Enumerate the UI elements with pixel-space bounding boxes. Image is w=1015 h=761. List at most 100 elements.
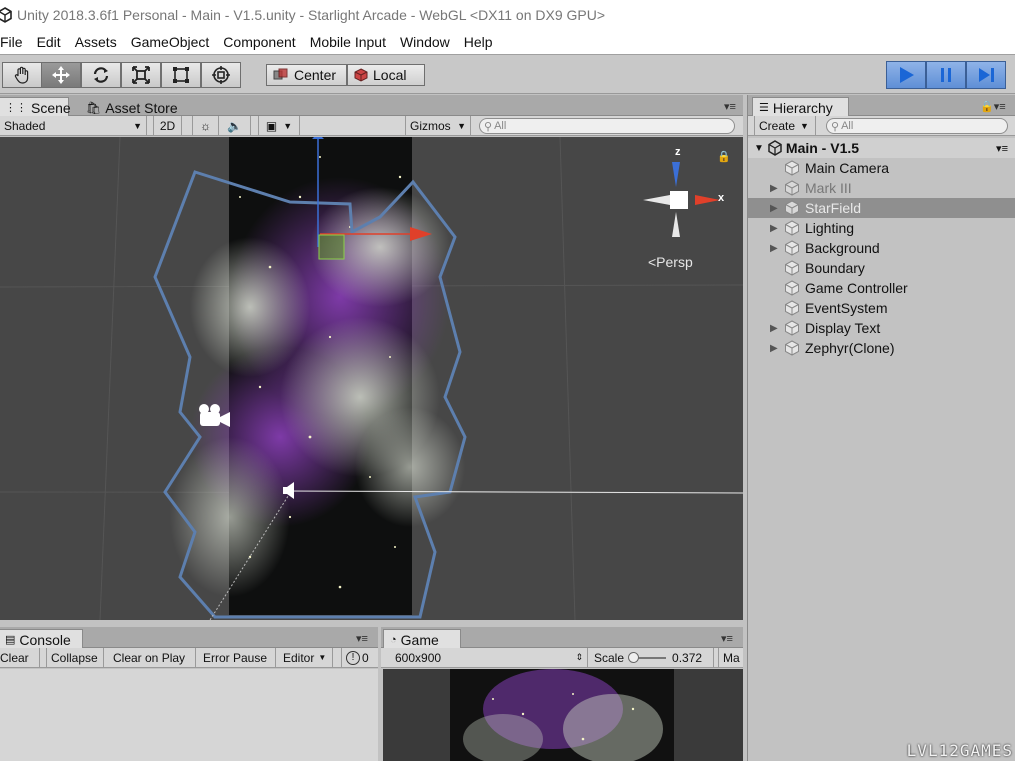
hierarchy-item[interactable]: ▶ Display Text (748, 318, 1015, 338)
lock-icon[interactable]: 🔒 (717, 150, 731, 163)
scene-tabstrip: ⋮⋮ Scene 🛍 Asset Store ▾≡ (0, 95, 743, 117)
console-menu-icon[interactable]: ▾≡ (356, 632, 368, 645)
z-axis-cone[interactable] (672, 162, 680, 187)
pivot-center-icon (273, 68, 288, 80)
shading-dropdown[interactable]: Shaded ▼ (0, 116, 147, 135)
scene-search-input[interactable]: ⚲ All (479, 118, 735, 134)
gameobject-cube-icon (785, 280, 799, 296)
hierarchy-item[interactable]: ▶ StarField (748, 198, 1015, 218)
rect-tool-button[interactable] (161, 62, 201, 88)
hierarchy-item[interactable]: Game Controller (748, 278, 1015, 298)
hierarchy-tabstrip: ☰ Hierarchy 🔒▾≡ (748, 95, 1015, 117)
maximize-on-play-toggle[interactable]: Ma (718, 648, 743, 667)
expand-arrow-icon[interactable]: ▶ (770, 323, 784, 334)
audio-toggle[interactable]: 🔈 (219, 116, 251, 135)
play-button[interactable] (886, 61, 926, 89)
asset-store-bag-icon: 🛍 (86, 100, 102, 115)
hierarchy-item[interactable]: Main Camera (748, 158, 1015, 178)
gameobject-cube-icon (785, 340, 799, 356)
tab-console-label: Console (19, 631, 71, 648)
gameobject-cube-icon (785, 260, 799, 276)
hierarchy-item[interactable]: ▶ Background (748, 238, 1015, 258)
scene-search-placeholder: All (494, 120, 507, 132)
tab-asset-store[interactable]: 🛍 Asset Store (79, 97, 185, 117)
console-collapse-button[interactable]: Collapse (46, 648, 104, 667)
menu-help[interactable]: Help (457, 34, 500, 50)
scale-slider-thumb[interactable] (628, 651, 640, 663)
scene-options-icon[interactable]: ▾≡ (996, 142, 1008, 155)
move-plane-handle[interactable] (318, 234, 345, 260)
expand-arrow-icon[interactable]: ▶ (770, 183, 784, 194)
console-error-filter[interactable]: ! 0 (341, 648, 378, 667)
hierarchy-item[interactable]: EventSystem (748, 298, 1015, 318)
console-clear-on-play-button[interactable]: Clear on Play (109, 648, 196, 667)
gizmos-dropdown[interactable]: Gizmos ▼ (405, 116, 471, 135)
tab-hierarchy[interactable]: ☰ Hierarchy (752, 97, 849, 117)
pivot-center-toggle[interactable]: Center (266, 64, 347, 86)
scene-grid-icon: ⋮⋮ (5, 102, 27, 114)
scale-slider[interactable]: Scale 0.372 (590, 648, 714, 667)
hierarchy-item-label: EventSystem (805, 300, 888, 316)
console-error-pause-button[interactable]: Error Pause (199, 648, 276, 667)
console-editor-dropdown[interactable]: Editor ▼ (279, 648, 333, 667)
console-log-area[interactable] (0, 669, 378, 761)
menu-window[interactable]: Window (393, 34, 457, 50)
expand-arrow-icon[interactable]: ▶ (770, 223, 784, 234)
mode-2d-toggle[interactable]: 2D (153, 116, 182, 135)
tab-console[interactable]: ▤ Console (0, 629, 83, 649)
hierarchy-item[interactable]: ▶ Mark III (748, 178, 1015, 198)
pivot-local-toggle[interactable]: Local (347, 64, 425, 86)
search-icon: ⚲ (484, 120, 493, 133)
gameobject-cube-icon (785, 160, 799, 176)
chevron-down-icon: ▼ (800, 120, 809, 131)
orientation-cube[interactable] (670, 191, 688, 209)
scene-viewport[interactable]: z x 🔒 <Persp (0, 137, 743, 620)
expand-arrow-icon[interactable]: ▶ (770, 343, 784, 354)
menu-mobile-input[interactable]: Mobile Input (303, 34, 393, 50)
hierarchy-item[interactable]: ▶ Zephyr(Clone) (748, 338, 1015, 358)
panel-menu-icon[interactable]: ▾≡ (724, 100, 736, 113)
chevron-down-icon: ▼ (318, 653, 327, 662)
move-tool-button[interactable] (41, 62, 81, 88)
axis-z-label: z (675, 146, 681, 158)
menu-gameobject[interactable]: GameObject (124, 34, 217, 50)
resolution-dropdown[interactable]: 600x900 ⇕ (383, 648, 588, 667)
gameobject-cube-icon (785, 240, 799, 256)
lighting-toggle[interactable]: ☼ (192, 116, 219, 135)
menu-edit[interactable]: Edit (30, 34, 68, 50)
pause-button[interactable] (926, 61, 966, 89)
gameobject-cube-icon (785, 200, 799, 216)
hand-tool-button[interactable] (2, 62, 42, 88)
game-viewport[interactable] (383, 669, 743, 761)
scene-canvas[interactable] (0, 137, 743, 620)
scale-tool-button[interactable] (121, 62, 161, 88)
x-axis-cone[interactable] (695, 195, 720, 205)
expand-arrow-icon[interactable]: ▼ (754, 143, 764, 154)
menu-file[interactable]: File (0, 34, 30, 50)
hierarchy-item[interactable]: ▶ Lighting (748, 218, 1015, 238)
pause-icon (941, 68, 951, 82)
game-render (383, 669, 743, 761)
scale-slider-track[interactable] (628, 651, 667, 663)
console-clear-button[interactable]: Clear (0, 648, 40, 667)
hierarchy-item[interactable]: Boundary (748, 258, 1015, 278)
expand-arrow-icon[interactable]: ▶ (770, 243, 784, 254)
tab-game[interactable]: ◔ Game (383, 629, 461, 649)
expand-arrow-icon[interactable]: ▶ (770, 203, 784, 214)
transform-tool-button[interactable] (201, 62, 241, 88)
step-button[interactable] (966, 61, 1006, 89)
persp-label[interactable]: <Persp (648, 254, 693, 270)
hierarchy-search-input[interactable]: ⚲ All (826, 118, 1008, 134)
hierarchy-lock-icon[interactable]: 🔒▾≡ (980, 100, 1006, 113)
hierarchy-item-label: Zephyr(Clone) (805, 340, 895, 356)
menu-component[interactable]: Component (216, 34, 302, 50)
effects-dropdown[interactable]: ▣ ▼ (258, 116, 300, 135)
scene-root-row[interactable]: ▼ Main - V1.5 ▾≡ (748, 138, 1015, 158)
tab-scene[interactable]: ⋮⋮ Scene (0, 97, 71, 117)
game-menu-icon[interactable]: ▾≡ (721, 632, 733, 645)
pivot-local-label: Local (373, 67, 407, 83)
rotate-tool-button[interactable] (81, 62, 121, 88)
menu-assets[interactable]: Assets (68, 34, 124, 50)
create-dropdown[interactable]: Create ▼ (754, 116, 816, 135)
speaker-icon: 🔈 (227, 118, 242, 133)
